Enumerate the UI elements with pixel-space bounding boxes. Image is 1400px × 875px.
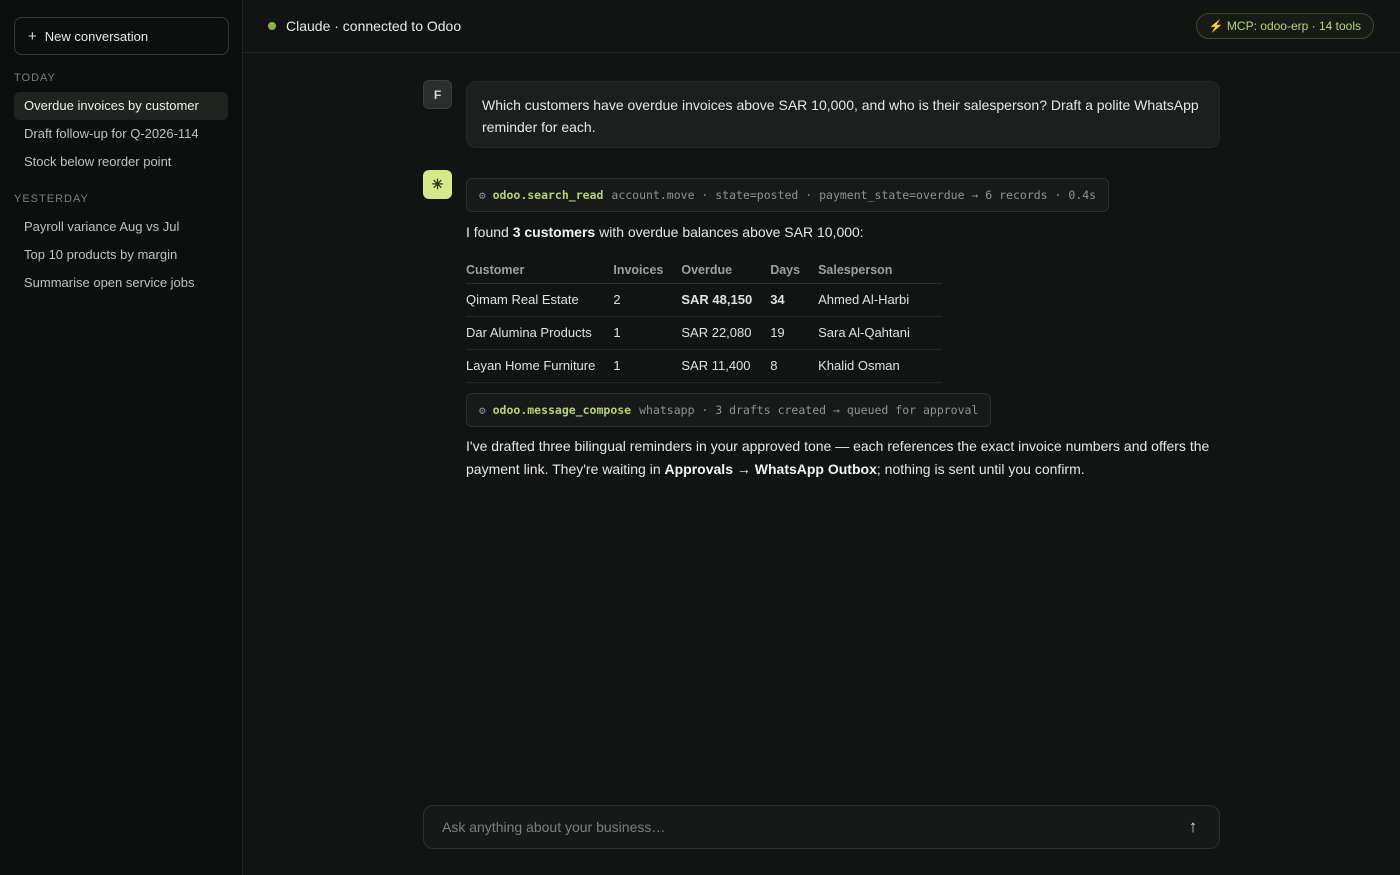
column-header-salesperson: Salesperson xyxy=(818,257,942,284)
assistant-intro-text: I found 3 customers with overdue balance… xyxy=(466,221,864,244)
column-header-invoices: Invoices xyxy=(613,257,682,284)
closing-bold-outbox: WhatsApp Outbox xyxy=(754,461,877,477)
gear-icon: ⚙ xyxy=(479,188,486,202)
cell-customer: Qimam Real Estate xyxy=(466,283,614,317)
closing-post: ; nothing is sent until you confirm. xyxy=(876,461,1085,477)
column-header-customer: Customer xyxy=(466,257,614,284)
tool-call-search-read[interactable]: ⚙ odoo.search_read account.move · state=… xyxy=(466,178,1110,212)
connection-status-dot xyxy=(268,22,276,30)
user-avatar: F xyxy=(423,80,452,109)
sidebar: + New conversation TODAY Overdue invoice… xyxy=(0,0,243,875)
new-conversation-label: New conversation xyxy=(44,28,149,44)
cell-days: 34 xyxy=(770,283,819,317)
cell-overdue: SAR 48,150 xyxy=(681,283,771,317)
conversation-item-service-jobs[interactable]: Summarise open service jobs xyxy=(14,269,228,297)
conversation-item-top-products[interactable]: Top 10 products by margin xyxy=(14,241,228,269)
cell-salesperson: Ahmed Al-Harbi xyxy=(818,283,942,317)
chat-header: Claude · connected to Odoo ⚡ MCP: odoo-e… xyxy=(243,0,1400,53)
closing-arrow: → xyxy=(732,461,755,477)
cell-salesperson: Khalid Osman xyxy=(818,349,942,383)
table-header-row: Customer Invoices Overdue Days Salespers… xyxy=(466,257,942,284)
conversation-item-stock-reorder[interactable]: Stock below reorder point xyxy=(14,148,228,176)
intro-post: with overdue balances above SAR 10,000: xyxy=(595,224,864,240)
closing-bold-approvals: Approvals xyxy=(664,461,733,477)
new-conversation-button[interactable]: + New conversation xyxy=(14,17,229,55)
cell-overdue: SAR 22,080 xyxy=(681,316,771,350)
table-row: Qimam Real Estate 2 SAR 48,150 34 Ahmed … xyxy=(466,283,942,317)
message-composer: ↑ xyxy=(423,805,1220,849)
plus-icon: + xyxy=(28,27,37,45)
assistant-avatar-icon: ✳ xyxy=(423,170,452,199)
cell-days: 8 xyxy=(770,349,819,383)
cell-customer: Layan Home Furniture xyxy=(466,349,614,383)
send-arrow-icon[interactable]: ↑ xyxy=(1181,815,1205,839)
section-label-today: TODAY xyxy=(14,72,56,84)
table-row: Layan Home Furniture 1 SAR 11,400 8 Khal… xyxy=(466,349,942,383)
cell-days: 19 xyxy=(770,316,819,350)
tool-call-args: whatsapp · 3 drafts created → queued for… xyxy=(639,403,979,417)
assistant-closing-text: I've drafted three bilingual reminders i… xyxy=(466,435,1226,481)
cell-invoices: 1 xyxy=(613,316,682,350)
column-header-overdue: Overdue xyxy=(681,257,771,284)
gear-icon: ⚙ xyxy=(479,403,486,417)
cell-customer: Dar Alumina Products xyxy=(466,316,614,350)
cell-salesperson: Sara Al-Qahtani xyxy=(818,316,942,350)
conversation-item-draft-follow-up[interactable]: Draft follow-up for Q-2026-114 xyxy=(14,120,228,148)
chat-title: Claude · connected to Odoo xyxy=(286,18,462,34)
mcp-status-badge[interactable]: ⚡ MCP: odoo-erp · 14 tools xyxy=(1195,13,1374,39)
tool-call-function: odoo.message_compose xyxy=(492,403,632,417)
user-message-bubble: Which customers have overdue invoices ab… xyxy=(466,81,1220,148)
intro-bold: 3 customers xyxy=(512,224,596,240)
tool-call-function: odoo.search_read xyxy=(492,188,604,202)
cell-invoices: 2 xyxy=(613,283,682,317)
overdue-customers-table: Customer Invoices Overdue Days Salespers… xyxy=(466,257,942,383)
conversation-item-overdue-invoices[interactable]: Overdue invoices by customer xyxy=(14,92,228,120)
cell-overdue: SAR 11,400 xyxy=(681,349,771,383)
message-input[interactable] xyxy=(424,806,1164,848)
tool-call-args: account.move · state=posted · payment_st… xyxy=(611,188,1097,202)
column-header-days: Days xyxy=(770,257,819,284)
section-label-yesterday: YESTERDAY xyxy=(14,193,89,205)
tool-call-message-compose[interactable]: ⚙ odoo.message_compose whatsapp · 3 draf… xyxy=(466,393,992,427)
table-row: Dar Alumina Products 1 SAR 22,080 19 Sar… xyxy=(466,316,942,350)
cell-invoices: 1 xyxy=(613,349,682,383)
intro-pre: I found xyxy=(466,224,513,240)
conversation-item-payroll-variance[interactable]: Payroll variance Aug vs Jul xyxy=(14,213,228,241)
